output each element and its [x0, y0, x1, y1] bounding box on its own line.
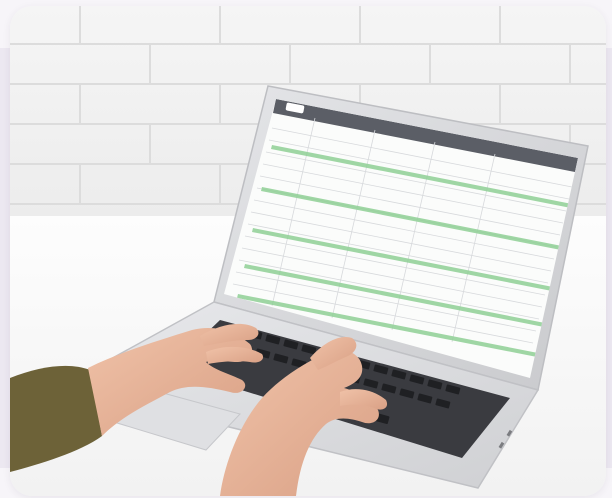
photo-card: [10, 6, 606, 496]
laptop-scene-illustration: [10, 6, 606, 496]
page-background: [0, 0, 612, 498]
